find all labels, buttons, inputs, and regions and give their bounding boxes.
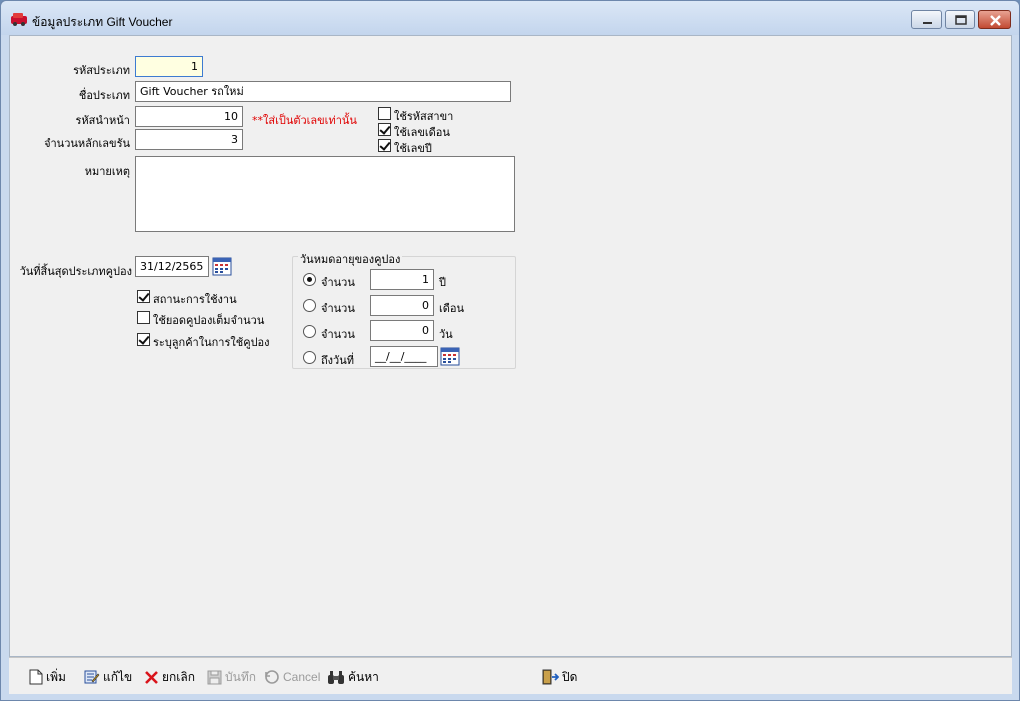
prefix-note: **ใส่เป็นตัวเลขเท่านั้น [252, 114, 357, 127]
running-digits-label: จำนวนหลักเลขรัน [44, 137, 130, 150]
delete-button[interactable]: ยกเลิก [144, 667, 195, 687]
use-full-amount-label: ใช้ยอดคูปองเต็มจำนวน [153, 314, 265, 327]
maximize-button[interactable] [945, 10, 975, 29]
status-active-label: สถานะการใช้งาน [153, 293, 237, 306]
expiry-group-title: วันหมดอายุของคูปอง [298, 250, 403, 268]
binoculars-icon [328, 670, 344, 684]
delete-label: ยกเลิก [162, 669, 196, 684]
expiry-years-radio[interactable] [303, 273, 316, 286]
save-disk-icon [207, 670, 222, 684]
cancel-button[interactable]: Cancel [264, 667, 320, 687]
prefix-label: รหัสนำหน้า [75, 114, 130, 127]
new-document-icon [29, 669, 43, 685]
edit-label: แก้ไข [103, 669, 133, 684]
cancel-label: Cancel [283, 670, 321, 684]
edit-icon [84, 670, 100, 684]
expiry-days-label: จำนวน [321, 328, 355, 341]
type-name-field[interactable]: Gift Voucher รถใหม่ [135, 81, 511, 102]
status-active-checkbox[interactable] [137, 290, 150, 303]
expiry-days-field[interactable]: 0 [370, 320, 434, 341]
window-title: ข้อมูลประเภท Gift Voucher [32, 15, 173, 29]
use-branch-code-checkbox[interactable] [378, 107, 391, 120]
expiry-months-field[interactable]: 0 [370, 295, 434, 316]
expiry-months-label: จำนวน [321, 302, 355, 315]
search-label: ค้นหา [348, 669, 379, 684]
type-name-label: ชื่อประเภท [78, 89, 130, 102]
type-code-label: รหัสประเภท [73, 64, 130, 77]
form-area: รหัสประเภท 1 ชื่อประเภท Gift Voucher รถใ… [9, 35, 1012, 657]
toolbar: เพิ่ม แก้ไข ยกเลิก บันทึก Cancel ค้นหา ป… [9, 657, 1012, 694]
title-bar[interactable]: ข้อมูลประเภท Gift Voucher [1, 1, 1019, 35]
specify-customer-checkbox[interactable] [137, 333, 150, 346]
use-year-label: ใช้เลขปี [394, 142, 432, 155]
delete-x-icon [145, 670, 158, 684]
expiry-months-radio[interactable] [303, 299, 316, 312]
app-window: ข้อมูลประเภท Gift Voucher รหัสประเภท 1 ช… [0, 0, 1020, 701]
add-button[interactable]: เพิ่ม [29, 667, 66, 687]
expiry-years-field[interactable]: 1 [370, 269, 434, 290]
expiry-date-field[interactable]: __/__/____ [370, 346, 438, 367]
expiry-years-unit: ปี [439, 276, 446, 289]
expiry-days-radio[interactable] [303, 325, 316, 338]
expiry-date-radio[interactable] [303, 351, 316, 364]
use-month-checkbox[interactable] [378, 123, 391, 136]
save-label: บันทึก [225, 669, 256, 684]
minimize-button[interactable] [911, 10, 942, 29]
running-digits-field[interactable]: 3 [135, 129, 243, 150]
end-date-label: วันที่สิ้นสุดประเภทคูปอง [19, 265, 132, 278]
close-label: ปิด [562, 669, 578, 684]
expiry-date-label: ถึงวันที่ [321, 354, 354, 367]
restore-icon [955, 15, 967, 25]
close-button[interactable]: ปิด [542, 667, 577, 687]
exit-door-icon [542, 669, 559, 685]
edit-button[interactable]: แก้ไข [84, 667, 132, 687]
close-window-button[interactable] [978, 10, 1011, 29]
minimize-icon [923, 22, 932, 24]
use-year-checkbox[interactable] [378, 139, 391, 152]
save-button[interactable]: บันทึก [207, 667, 256, 687]
remark-label: หมายเหตุ [84, 165, 130, 178]
calendar-icon[interactable] [440, 347, 460, 366]
type-code-field[interactable]: 1 [135, 56, 203, 77]
expiry-years-label: จำนวน [321, 276, 355, 289]
expiry-days-unit: วัน [439, 328, 453, 341]
add-label: เพิ่ม [46, 669, 66, 684]
calendar-icon[interactable] [212, 257, 232, 276]
end-date-field[interactable]: 31/12/2565 [135, 256, 209, 277]
remark-textarea[interactable] [135, 156, 515, 232]
use-full-amount-checkbox[interactable] [137, 311, 150, 324]
expiry-months-unit: เดือน [439, 302, 465, 315]
undo-icon [265, 670, 279, 684]
prefix-field[interactable]: 10 [135, 106, 243, 127]
voucher-app-icon [11, 13, 27, 26]
search-button[interactable]: ค้นหา [327, 667, 379, 687]
specify-customer-label: ระบุลูกค้าในการใช้คูปอง [153, 336, 270, 349]
close-icon [990, 15, 1001, 26]
